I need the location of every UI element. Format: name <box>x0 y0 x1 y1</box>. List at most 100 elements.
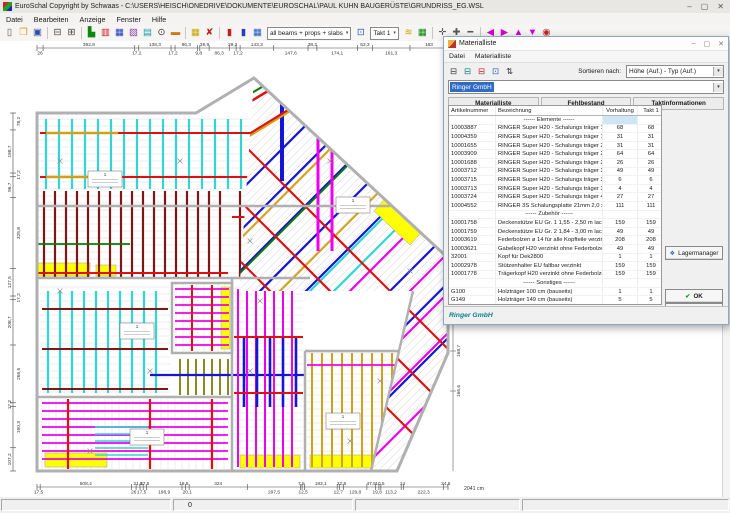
menu-item-datei[interactable]: Datei <box>6 15 23 24</box>
ok-button[interactable]: ✔ OK <box>665 289 723 303</box>
print-icon[interactable]: ⊟ <box>448 66 459 77</box>
menu-item-hilfe[interactable]: Hilfe <box>152 15 166 24</box>
dimension-label: 63,3 <box>360 42 370 48</box>
slab-tool-icon[interactable]: ▤ <box>141 27 154 40</box>
grid-green-icon[interactable]: ▦ <box>416 27 429 40</box>
dimension-label: 20,1 <box>183 490 193 496</box>
wall-blue-tool-icon[interactable]: ▦ <box>113 27 126 40</box>
dimension-label: 24,5 <box>441 481 451 487</box>
table-blue-icon[interactable]: ▦ <box>251 27 264 40</box>
table-cell: Gabelkopf H20 verzinkt ohne Federbolzen <box>496 245 603 253</box>
column-header[interactable]: Artikelnummer <box>449 106 496 115</box>
table-cell: 49 <box>603 228 638 236</box>
toolbar-separator <box>219 27 220 39</box>
dimension-label: 174,1 <box>331 51 343 57</box>
column-header[interactable]: Takt 1 <box>638 106 662 115</box>
dimension-label: 208,7 <box>7 316 13 328</box>
table-row[interactable]: 10001688RINGER Super H20 - Schalungs trä… <box>449 159 661 168</box>
new-icon[interactable]: ▯ <box>3 27 16 40</box>
chevron-down-icon[interactable]: ▾ <box>713 67 723 76</box>
sort-dropdown[interactable]: Höhe (Auf.) - Typ (Auf.) ▾ <box>626 65 724 78</box>
status-cell-4 <box>522 499 729 511</box>
save-icon[interactable]: ▣ <box>31 27 44 40</box>
table-cell: 10003724 <box>449 193 496 201</box>
wall-red-tool-icon[interactable]: ▥ <box>99 27 112 40</box>
dialog-maximize-button[interactable]: ▢ <box>704 40 711 48</box>
delete-list-icon[interactable]: ✘ <box>203 27 216 40</box>
table-cell: 10003715 <box>449 176 496 184</box>
section-separator-row[interactable]: ------ Zubehör ------ <box>449 211 661 220</box>
close-button[interactable]: ✕ <box>717 2 724 11</box>
table-cell: RINGER Super H20 - Schalungs träger 2,65… <box>496 150 603 158</box>
table-cell: 159 <box>603 262 638 270</box>
stats-red-icon[interactable]: ▮ <box>223 27 236 40</box>
dialog-minimize-button[interactable]: – <box>692 40 696 48</box>
table-cell: 10003712 <box>449 168 496 176</box>
table-row[interactable]: 10004359RINGER Super H20 - Schalungs trä… <box>449 133 661 142</box>
lagermanager-button[interactable]: ❖ Lagermanager <box>665 246 723 260</box>
open-icon[interactable]: ❒ <box>17 27 30 40</box>
notes-icon[interactable]: ⊡ <box>490 66 501 77</box>
table-row[interactable]: 10001759Deckenstütze EU Gr. 2 1,84 - 3,0… <box>449 228 661 237</box>
takt-dropdown[interactable]: Takt 1▾ <box>370 27 399 40</box>
table-row[interactable]: G149Holzträger 149 cm (bauseits)55 <box>449 296 661 305</box>
table-row[interactable]: 10004552RINGER 3S Schalungsplatte 21mm 2… <box>449 202 661 211</box>
menu-item-bearbeiten[interactable]: Bearbeiten <box>34 15 69 24</box>
table-row[interactable]: 10001655RINGER Super H20 - Schalungs trä… <box>449 142 661 151</box>
print-all-icon[interactable]: ⊟ <box>462 66 473 77</box>
table-row[interactable]: 10003713RINGER Super H20 - Schalungs trä… <box>449 185 661 194</box>
table-row[interactable]: G100Holzträger 100 cm (bauseits)11 <box>449 288 661 297</box>
page-icon[interactable]: ⊡ <box>354 27 367 40</box>
stats-blue-icon[interactable]: ▮ <box>237 27 250 40</box>
table-row[interactable]: 10003712RINGER Super H20 - Schalungs trä… <box>449 168 661 177</box>
table-row[interactable]: 10001778Trägerkopf H20 verzinkt ohne Fed… <box>449 271 661 280</box>
view-filter-dropdown[interactable]: all beams + props + slabs▾ <box>267 27 351 40</box>
chevron-down-icon[interactable]: ▾ <box>713 83 723 92</box>
table-row[interactable]: 10001758Deckenstütze EU Gr. 1 1,55 - 2,5… <box>449 219 661 228</box>
company-dropdown[interactable]: Ringer GmbH ▾ <box>448 80 724 94</box>
table-row[interactable]: 10002978Stützenhalter EU faltbar verzink… <box>449 262 661 271</box>
print-red-icon[interactable]: ⊟ <box>476 66 487 77</box>
hatch-tool-icon[interactable]: ▨ <box>127 27 140 40</box>
print-preview-icon[interactable]: ⊞ <box>65 27 78 40</box>
table-cell <box>449 116 496 124</box>
table-row[interactable]: 32001Kopf für Dek280011 <box>449 254 661 263</box>
dialog-menu-item-datei[interactable]: Datei <box>449 53 465 60</box>
corner-tool-icon[interactable]: ▙ <box>85 27 98 40</box>
table-cell: 208 <box>638 236 662 244</box>
dialog-close-button[interactable]: ✕ <box>718 40 724 48</box>
table-cell: Federbolzen ø 14 für alle Kopfteile verz… <box>496 236 603 244</box>
chevron-down-icon[interactable]: ▾ <box>393 30 396 36</box>
dialog-menu-item-materialliste[interactable]: Materialliste <box>475 53 511 60</box>
column-header[interactable]: Bezeichnung <box>496 106 603 115</box>
menu-item-fenster[interactable]: Fenster <box>117 15 141 24</box>
section-separator-row[interactable]: ------ Elemente ------ <box>449 116 661 125</box>
dimension-label: 17,2 <box>7 400 13 410</box>
layers-icon[interactable]: ≋ <box>402 27 415 40</box>
minimize-button[interactable]: – <box>687 2 691 11</box>
dash-tool-icon[interactable]: ▬ <box>169 27 182 40</box>
table-row[interactable]: 10003621Gabelkopf H20 verzinkt ohne Fede… <box>449 245 661 254</box>
table-row[interactable]: 10003909RINGER Super H20 - Schalungs trä… <box>449 150 661 159</box>
menu-item-anzeige[interactable]: Anzeige <box>80 15 106 24</box>
table-cell: 27 <box>603 193 638 201</box>
table-cell: 49 <box>603 245 638 253</box>
table-row[interactable]: 10003619Federbolzen ø 14 für alle Kopfte… <box>449 236 661 245</box>
maximize-button[interactable]: ▢ <box>701 2 709 11</box>
dimension-label: 17,5 <box>34 490 44 496</box>
table-row[interactable]: 10003724RINGER Super H20 - Schalungs trä… <box>449 193 661 202</box>
table-row[interactable]: 10003887RINGER Super H20 - Schalungs trä… <box>449 125 661 134</box>
material-list-icon[interactable]: ▦ <box>189 27 202 40</box>
print-icon[interactable]: ⊟ <box>51 27 64 40</box>
dimension-label: 12,5 <box>299 490 309 496</box>
table-cell: 159 <box>638 219 662 227</box>
table-cell: 5 <box>603 296 638 304</box>
sort-icon[interactable]: ⇅ <box>504 66 515 77</box>
status-cell-1 <box>1 499 171 511</box>
zoom-tool-icon[interactable]: ⊙ <box>155 27 168 40</box>
column-header[interactable]: Vorhaltung <box>603 106 638 115</box>
table-row[interactable]: 10003715RINGER Super H20 - Schalungs trä… <box>449 176 661 185</box>
status-cell-2: 0 <box>173 499 353 511</box>
chevron-down-icon[interactable]: ▾ <box>346 30 349 36</box>
section-separator-row[interactable]: ------ Sonstiges ------ <box>449 279 661 288</box>
